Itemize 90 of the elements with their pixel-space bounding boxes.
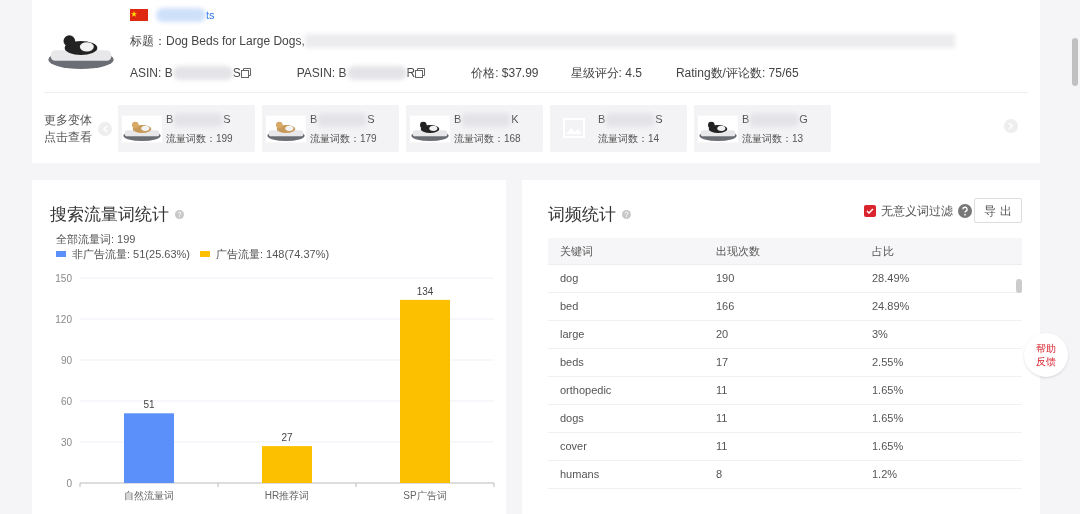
variant-card[interactable]: B G 流量词数：13 <box>694 105 831 152</box>
asin-label: ASIN: B <box>130 65 173 82</box>
variant-code-tail: S <box>367 112 375 128</box>
rating-text: 星级评分: 4.5 <box>570 65 642 82</box>
traffic-count: 流量词数：199 <box>166 131 233 146</box>
table-cell-text: 3% <box>871 327 889 343</box>
page-scrollbar-thumb[interactable] <box>1072 38 1078 86</box>
section-title: 词频统计 <box>548 204 616 226</box>
title-text: 标题：Dog Beds for Large Dogs, <box>130 33 305 50</box>
column-header: 出现次数 <box>715 243 761 259</box>
column-header: 关键词 <box>559 243 594 259</box>
table-cell-text: 11 <box>715 411 729 427</box>
variants-label: 更多变体点击查看 <box>44 111 93 146</box>
axis-tick-label: 0 <box>66 478 72 489</box>
bar-value-label: 51 <box>143 399 155 411</box>
category-label: SP广告词 <box>403 490 447 501</box>
table-cell-text: humans <box>559 467 601 483</box>
help-icon[interactable] <box>958 204 972 218</box>
table-cell-text: 20 <box>715 327 730 343</box>
redaction-blur <box>346 66 407 80</box>
variant-code-head: B <box>166 112 174 128</box>
variant-code-head: B <box>454 112 462 128</box>
table-cell-text: dogs <box>559 411 585 427</box>
price-text: 价格: $37.99 <box>471 65 539 82</box>
copy-icon[interactable] <box>415 68 426 78</box>
export-button[interactable]: 导 出 <box>974 198 1022 223</box>
redaction-blur <box>156 8 206 22</box>
table-cell-text: 17 <box>715 355 730 371</box>
checkmark-icon <box>866 208 874 214</box>
filter-label: 无意义词过滤 <box>881 203 953 220</box>
table-cell-text: bed <box>559 299 580 315</box>
table-cell-text: 11 <box>715 439 729 455</box>
category-label: 自然流量词 <box>124 490 174 501</box>
filter-checkbox[interactable] <box>864 205 876 217</box>
pasin-tail: R <box>406 65 416 82</box>
table-cell-text: large <box>559 327 586 343</box>
redaction-blur <box>172 66 233 80</box>
bar <box>262 446 312 483</box>
table-cell-text: 1.65% <box>871 411 905 427</box>
total-text: 全部流量词: 199 <box>56 232 136 247</box>
variant-code-head: B <box>742 112 750 128</box>
review-count-text: Rating数/评论数: 75/65 <box>675 65 799 82</box>
traffic-count: 流量词数：14 <box>598 131 661 146</box>
traffic-count: 流量词数：168 <box>454 131 521 146</box>
flag-icon <box>130 9 148 21</box>
axis-tick-label: 90 <box>60 355 72 366</box>
table-cell-text: 24.89% <box>871 299 911 315</box>
variant-code-head: B <box>310 112 318 128</box>
variant-card[interactable]: B S 流量词数：179 <box>262 105 399 152</box>
table-cell-text: 2.55% <box>871 355 905 371</box>
table-cell-text: 1.65% <box>871 383 905 399</box>
table-cell-text: 190 <box>715 271 736 287</box>
pasin-label: PASIN: B <box>296 65 347 82</box>
table-cell-text: 166 <box>715 299 736 315</box>
asin-tail: S <box>232 65 241 82</box>
copy-icon[interactable] <box>240 68 251 78</box>
axis-tick-label: 60 <box>60 396 72 407</box>
variant-code-head: B <box>598 112 606 128</box>
legend-label: 广告流量: 148(74.37%) <box>216 247 330 262</box>
table-cell-text: 1.65% <box>871 439 905 455</box>
variant-code-tail: K <box>511 112 519 128</box>
table-cell-text: beds <box>559 355 585 371</box>
table-cell-text: cover <box>559 439 588 455</box>
variant-card[interactable]: B K 流量词数：168 <box>406 105 543 152</box>
category-label: HR推荐词 <box>264 490 310 501</box>
legend-label: 非广告流量: 51(25.63%) <box>72 247 190 262</box>
table-cell-text: 8 <box>715 467 724 483</box>
table-cell-text: orthopedic <box>559 383 613 399</box>
variant-card[interactable]: B S 流量词数：14 <box>550 105 687 152</box>
variant-code-tail: S <box>223 112 231 128</box>
axis-tick-label: 120 <box>55 314 72 325</box>
column-header: 占比 <box>871 243 895 259</box>
axis-tick-label: 30 <box>60 437 72 448</box>
table-cell-text: 11 <box>715 383 729 399</box>
bar <box>124 413 174 483</box>
help-feedback-button[interactable]: 帮助反馈 <box>1024 333 1068 377</box>
traffic-count: 流量词数：179 <box>310 131 377 146</box>
section-title: 搜索流量词统计 <box>50 204 169 226</box>
table-cell-text: 28.49% <box>871 271 911 287</box>
scrollbar-thumb[interactable] <box>1016 279 1022 293</box>
store-link[interactable]: ts <box>206 6 215 24</box>
traffic-count: 流量词数：13 <box>742 131 805 146</box>
bar-value-label: 27 <box>281 432 293 444</box>
bar-value-label: 134 <box>416 285 434 297</box>
variant-card[interactable]: B S 流量词数：199 <box>118 105 255 152</box>
variant-code-tail: S <box>655 112 663 128</box>
table-cell-text: dog <box>559 271 580 287</box>
table-cell-text: 1.2% <box>871 467 899 483</box>
axis-tick-label: 150 <box>55 273 72 284</box>
variant-code-tail: G <box>799 112 808 128</box>
